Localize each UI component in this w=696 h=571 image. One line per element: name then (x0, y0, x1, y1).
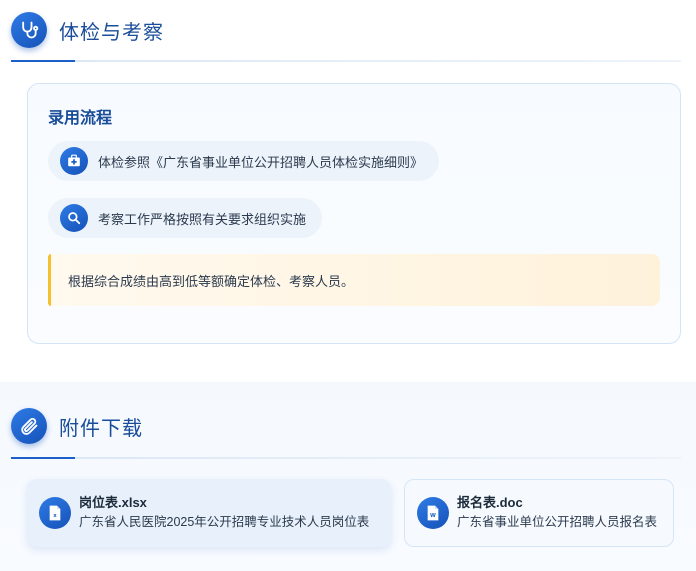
medical-kit-icon (60, 147, 88, 175)
hiring-process-card: 录用流程 体检参照《广东省事业单位公开招聘人员体检实施细则》 考察工作严格按照有… (27, 83, 681, 344)
download-position-table[interactable]: x 岗位表.xlsx 广东省人民医院2025年公开招聘专业技术人员岗位表 (27, 479, 391, 547)
svg-text:W: W (430, 513, 436, 519)
selection-notice: 根据综合成绩由高到低等额确定体检、考察人员。 (48, 254, 660, 306)
file-name: 报名表.doc (457, 495, 523, 510)
stethoscope-icon (11, 12, 47, 48)
download-application-form[interactable]: W 报名表.doc 广东省事业单位公开招聘人员报名表 (404, 479, 674, 547)
step-inspection-text: 考察工作严格按照有关要求组织实施 (98, 211, 307, 227)
attachments-divider (11, 457, 681, 459)
paperclip-icon (11, 408, 47, 444)
inspection-section: 体检与考察 录用流程 体检参照《广东省事业单位公开招聘人员体检实施细则》 考察工… (0, 0, 696, 372)
inspection-header: 体检与考察 (11, 12, 164, 48)
inspection-title: 体检与考察 (59, 21, 164, 44)
step-medical-exam-text: 体检参照《广东省事业单位公开招聘人员体检实施细则》 (98, 154, 424, 170)
attachments-section: 附件下载 x 岗位表.xlsx 广东省人民医院2025年公开招聘专业技术人员岗位… (0, 382, 696, 571)
step-medical-exam: 体检参照《广东省事业单位公开招聘人员体检实施细则》 (48, 141, 440, 181)
step-inspection: 考察工作严格按照有关要求组织实施 (48, 198, 323, 238)
attachments-title: 附件下载 (59, 417, 143, 440)
search-icon (60, 204, 88, 232)
hiring-process-title: 录用流程 (48, 110, 113, 127)
file-name: 岗位表.xlsx (79, 495, 147, 510)
excel-file-icon: x (39, 497, 71, 529)
file-description: 广东省事业单位公开招聘人员报名表 (457, 515, 658, 529)
svg-text:x: x (53, 513, 57, 519)
inspection-divider (11, 60, 681, 62)
file-description: 广东省人民医院2025年公开招聘专业技术人员岗位表 (79, 515, 370, 529)
attachments-header: 附件下载 (11, 408, 143, 444)
word-file-icon: W (417, 497, 449, 529)
